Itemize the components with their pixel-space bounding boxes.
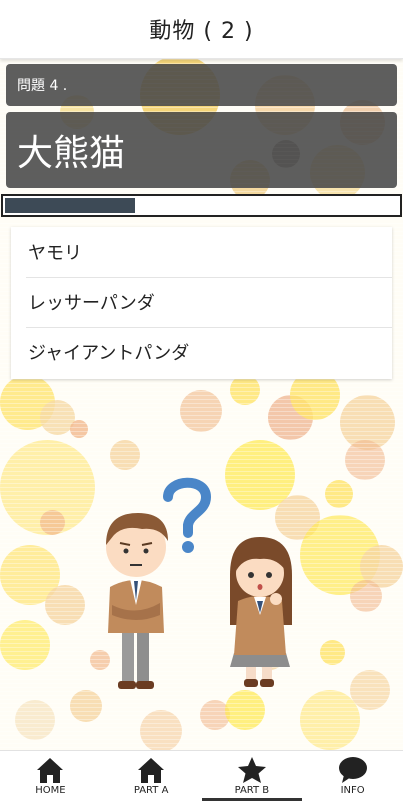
home-icon (138, 758, 165, 783)
nav-part-b-label: PART B (234, 785, 270, 796)
nav-info[interactable]: INFO (302, 751, 403, 801)
answer-option-2[interactable]: レッサーパンダ (11, 277, 392, 327)
timer-progress-bar (1, 194, 402, 217)
answer-option-1[interactable]: ヤモリ (11, 227, 392, 277)
question-text: 大熊猫 (6, 112, 397, 188)
question-mark-icon (163, 477, 212, 553)
answer-option-3[interactable]: ジャイアントパンダ (11, 327, 392, 377)
nav-part-a[interactable]: PART A (101, 751, 202, 801)
nav-info-label: INFO (340, 785, 365, 796)
nav-part-b[interactable]: PART B (201, 751, 303, 801)
question-number-label: 問題 4 . (6, 64, 397, 106)
home-icon (37, 758, 64, 783)
students-thinking-illustration (106, 477, 292, 689)
page-title: 動物 ( 2 ) (0, 0, 403, 59)
answer-list: ヤモリ レッサーパンダ ジャイアントパンダ (11, 227, 392, 379)
bottom-navigation: HOME PART A PART B INFO (0, 750, 403, 801)
timer-progress-fill (5, 198, 135, 213)
nav-part-a-label: PART A (133, 785, 169, 796)
boy-icon (106, 513, 168, 689)
star-icon (237, 757, 266, 783)
chat-bubble-icon (338, 757, 367, 783)
nav-home-label: HOME (35, 785, 66, 796)
nav-home[interactable]: HOME (0, 751, 101, 801)
girl-icon (230, 537, 292, 687)
